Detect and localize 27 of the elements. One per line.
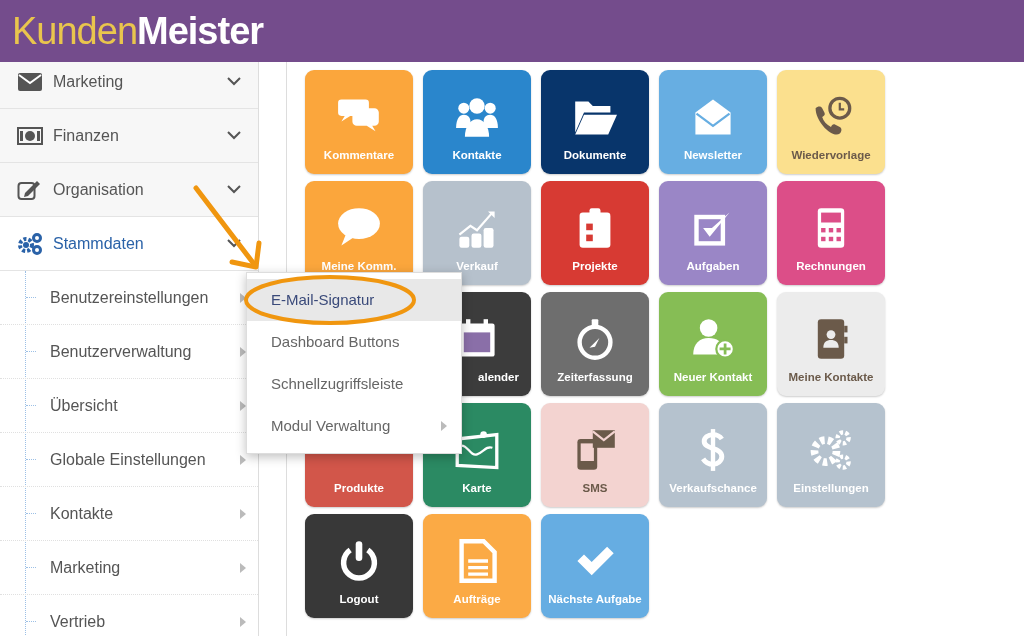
dashboard-tile[interactable]: Wiedervorlage <box>777 70 885 174</box>
sidebar-item[interactable]: Marketing <box>0 62 258 109</box>
logo: KundenMeister <box>12 12 264 50</box>
dashboard-tile[interactable]: Kontakte <box>423 70 531 174</box>
gears-icon <box>809 427 853 472</box>
banknote-icon <box>17 126 43 145</box>
sidebar-item[interactable]: Organisation <box>0 163 258 217</box>
chevron-down-icon <box>227 185 241 194</box>
dashboard-tile[interactable]: Dokumente <box>541 70 649 174</box>
dashboard-tile[interactable]: Logout <box>305 514 413 618</box>
gears-icon <box>17 231 43 256</box>
dashboard-tile[interactable]: Rechnungen <box>777 181 885 285</box>
chevron-down-icon <box>227 239 241 248</box>
edit-icon <box>17 178 41 201</box>
dashboard-tile[interactable]: Aufgaben <box>659 181 767 285</box>
envelope-icon <box>17 71 43 92</box>
sidebar-subitem[interactable]: Vertrieb <box>0 595 258 636</box>
chevron-down-icon <box>227 77 241 86</box>
dashboard-tile[interactable]: Zeiterfassung <box>541 292 649 396</box>
sidebar-subitem[interactable]: Kontakte <box>0 487 258 541</box>
chevron-down-icon <box>227 131 241 140</box>
dashboard-tile[interactable]: Projekte <box>541 181 649 285</box>
sidebar-subitem[interactable]: Marketing <box>0 541 258 595</box>
dashboard-tile[interactable]: SMS <box>541 403 649 507</box>
dashboard-tile[interactable]: Meine Kontakte <box>777 292 885 396</box>
sidebar-item[interactable]: Finanzen <box>0 109 258 163</box>
menu-item[interactable]: E-Mail-Signatur <box>247 279 461 321</box>
